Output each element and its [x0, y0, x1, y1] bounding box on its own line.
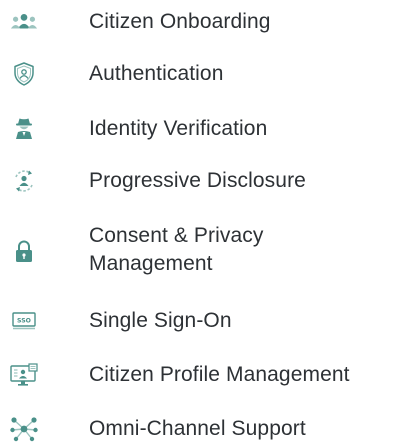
network-hub-icon — [10, 415, 38, 443]
feature-item-single-sign-on[interactable]: SSO Single Sign-On — [0, 307, 415, 335]
detective-icon — [10, 115, 38, 143]
feature-item-authentication[interactable]: Authentication — [0, 60, 415, 88]
feature-item-consent-privacy-management[interactable]: Consent & Privacy Management — [0, 222, 415, 278]
feature-item-identity-verification[interactable]: Identity Verification — [0, 115, 415, 143]
feature-item-citizen-onboarding[interactable]: Citizen Onboarding — [0, 8, 415, 36]
feature-label: Progressive Disclosure — [89, 169, 306, 192]
profile-monitor-icon — [10, 361, 38, 389]
feature-item-progressive-disclosure[interactable]: Progressive Disclosure — [0, 167, 415, 195]
feature-label: Citizen Profile Management — [89, 363, 350, 386]
feature-list: Citizen Onboarding Authentication Identi… — [0, 0, 415, 445]
svg-text:SSO: SSO — [17, 318, 31, 325]
feature-label: Authentication — [89, 62, 224, 85]
feature-item-omni-channel-support[interactable]: Omni-Channel Support — [0, 415, 415, 443]
feature-label: Identity Verification — [89, 117, 268, 140]
feature-label: Omni-Channel Support — [89, 417, 306, 440]
lock-icon — [10, 238, 38, 266]
people-group-icon — [10, 8, 38, 36]
user-refresh-icon — [10, 167, 38, 195]
feature-label: Single Sign-On — [89, 309, 232, 332]
feature-label: Consent & Privacy Management — [89, 224, 264, 275]
feature-item-citizen-profile-management[interactable]: Citizen Profile Management — [0, 361, 415, 389]
sso-icon: SSO — [10, 307, 38, 335]
shield-user-icon — [10, 60, 38, 88]
feature-label: Citizen Onboarding — [89, 10, 271, 33]
